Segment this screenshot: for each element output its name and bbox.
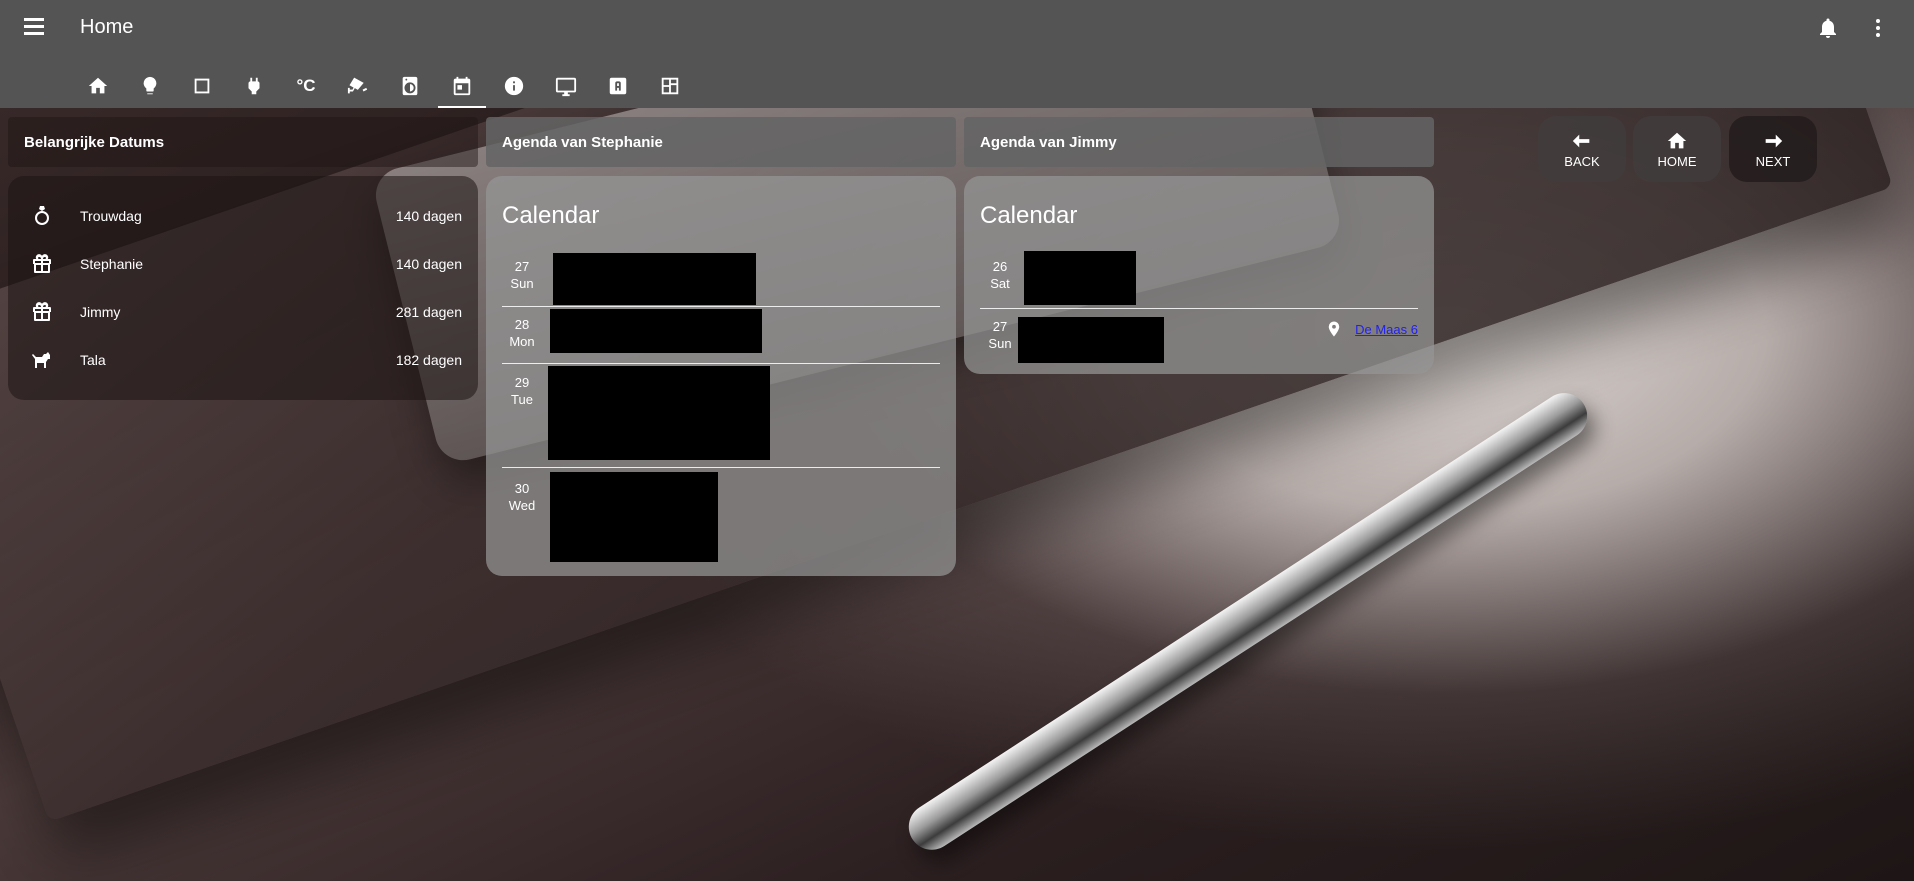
divider (502, 306, 940, 307)
stephanie-calendar-card: Calendar 27 Sun 28 Mon 29 Tue 30 Wed (486, 176, 956, 576)
temperature-icon: °C (296, 76, 316, 95)
map-marker-icon (1328, 321, 1340, 337)
page-title: Home (80, 16, 134, 38)
divider (502, 467, 940, 468)
plug-icon (248, 77, 260, 95)
day-of-week: Sun (510, 276, 534, 291)
divider (980, 308, 1418, 309)
jimmy-card-title: Agenda van Jimmy (980, 133, 1117, 151)
home-icon (88, 77, 108, 94)
divider (502, 363, 940, 364)
tab-cameras[interactable] (332, 64, 384, 108)
day-number: 27 (514, 259, 530, 274)
gift-icon (30, 252, 54, 276)
lightbulb-icon (143, 76, 157, 95)
dog-icon (30, 348, 54, 372)
letter-a-icon (609, 77, 627, 95)
stephanie-card-header: Agenda van Stephanie (486, 117, 956, 167)
dates-card-header: Belangrijke Datums (8, 117, 478, 167)
square-icon (194, 78, 210, 94)
redacted-event (553, 253, 756, 305)
date-name: Tala (80, 352, 106, 368)
next-button[interactable]: NEXT (1729, 116, 1817, 182)
day-number: 27 (992, 319, 1008, 334)
day-number: 26 (992, 259, 1008, 274)
date-name: Jimmy (80, 304, 121, 320)
tab-home[interactable] (72, 64, 124, 108)
calendar-event[interactable]: 29 Tue (502, 366, 940, 478)
monitor-icon (555, 77, 577, 97)
ring-icon (30, 204, 54, 228)
back-label: BACK (1564, 153, 1600, 169)
date-value: 281 dagen (395, 304, 462, 320)
date-value: 140 dagen (395, 208, 462, 224)
tab-power[interactable] (228, 64, 280, 108)
top-toolbar: Home (0, 0, 1914, 56)
tab-lights[interactable] (124, 64, 176, 108)
event-location: De Maas 6 (1325, 320, 1418, 338)
day-of-week: Wed (508, 498, 536, 513)
tab-automation[interactable] (592, 64, 644, 108)
day-number: 30 (514, 481, 530, 496)
redacted-event (1024, 251, 1136, 305)
gift-icon (30, 300, 54, 324)
date-name: Trouwdag (80, 208, 142, 224)
tab-floorplan[interactable] (644, 64, 696, 108)
list-item[interactable]: Stephanie 140 dagen (8, 240, 478, 288)
day-number: 29 (514, 375, 530, 390)
jimmy-card-header: Agenda van Jimmy (964, 117, 1434, 167)
back-button[interactable]: BACK (1538, 116, 1626, 182)
info-icon (504, 76, 524, 96)
calendar-event[interactable]: 26 Sat (980, 251, 1418, 318)
tab-info[interactable] (488, 64, 540, 108)
floorplan-icon (661, 77, 679, 95)
calendar-event[interactable]: 27 Sun De Maas 6 (980, 317, 1418, 368)
day-of-week: Sun (988, 336, 1012, 351)
tab-climate[interactable]: °C (280, 64, 332, 108)
bell-icon[interactable] (1816, 16, 1840, 40)
next-label: NEXT (1755, 153, 1791, 169)
location-link[interactable]: De Maas 6 (1355, 322, 1418, 337)
cctv-icon (347, 77, 368, 94)
dates-card-title: Belangrijke Datums (24, 133, 165, 151)
dates-card: Trouwdag 140 dagen Stephanie 140 dagen J… (8, 176, 478, 400)
list-item[interactable]: Trouwdag 140 dagen (8, 192, 478, 240)
jimmy-calendar-card: Calendar 26 Sat 27 Sun De Maas 6 (964, 176, 1434, 374)
more-options-icon[interactable] (1866, 16, 1890, 40)
list-item[interactable]: Jimmy 281 dagen (8, 288, 478, 336)
list-item[interactable]: Tala 182 dagen (8, 336, 478, 384)
home-icon (1667, 132, 1687, 148)
redacted-event (550, 472, 718, 562)
arrow-left-icon (1572, 134, 1590, 147)
date-value: 140 dagen (395, 256, 462, 272)
day-of-week: Sat (990, 276, 1010, 291)
redacted-event (1018, 317, 1164, 363)
calendar-event[interactable]: 30 Wed (502, 472, 940, 570)
arrow-right-icon (1765, 134, 1783, 147)
view-tabs: °C (72, 64, 696, 108)
redacted-event (550, 309, 762, 353)
tab-calendar[interactable] (436, 64, 488, 108)
tab-blinds[interactable] (176, 64, 228, 108)
day-of-week: Tue (511, 392, 533, 407)
menu-icon[interactable] (24, 18, 48, 38)
tab-media[interactable] (540, 64, 592, 108)
redacted-event (548, 366, 770, 460)
day-of-week: Mon (509, 334, 535, 349)
stephanie-card-title: Agenda van Stephanie (502, 133, 663, 151)
calendar-icon (453, 76, 471, 96)
day-number: 28 (514, 317, 530, 332)
date-value: 182 dagen (395, 352, 462, 368)
date-name: Stephanie (80, 256, 144, 272)
tab-appliances[interactable] (384, 64, 436, 108)
home-label: HOME (1657, 153, 1697, 169)
app-header: Home °C (0, 0, 1914, 108)
calendar-title: Calendar (502, 202, 600, 229)
washing-machine-icon (402, 76, 418, 96)
home-button[interactable]: HOME (1633, 116, 1721, 182)
calendar-title: Calendar (980, 202, 1078, 229)
